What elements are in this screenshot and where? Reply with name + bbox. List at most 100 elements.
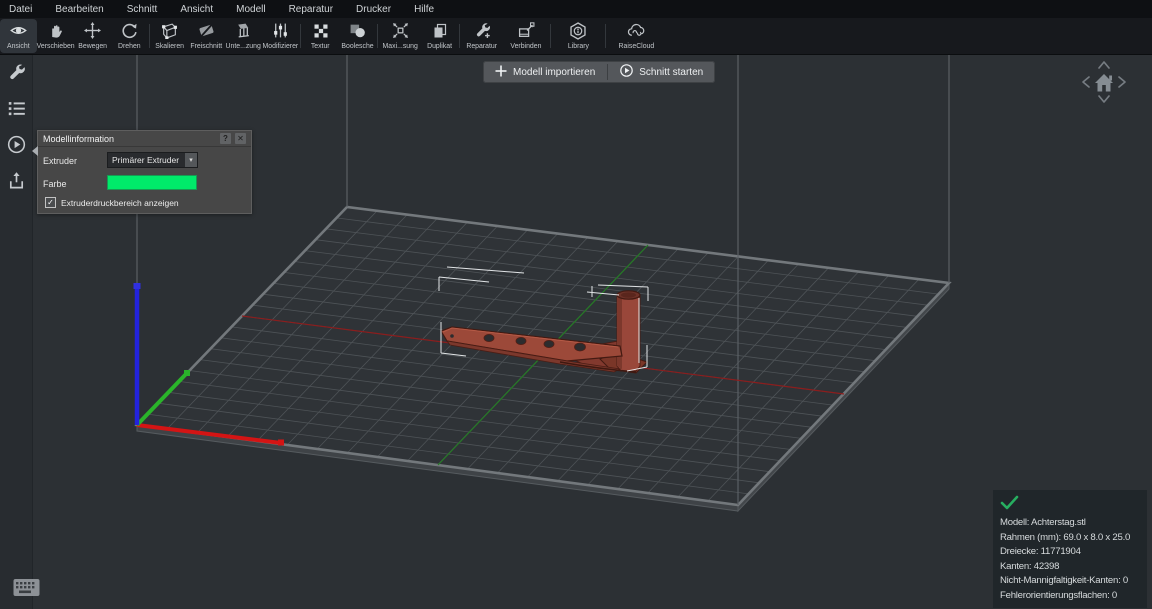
menu-bearbeiten[interactable]: Bearbeiten (55, 4, 103, 15)
tool-raisecloud[interactable]: RaiseCloud (607, 19, 665, 53)
menu-schnitt[interactable]: Schnitt (127, 4, 158, 15)
cut-plane-icon (198, 22, 215, 39)
tool-boolesche[interactable]: Boolesche (339, 19, 376, 53)
sidebar-preview-button[interactable] (4, 136, 28, 158)
library-icon (569, 22, 587, 39)
menu-datei[interactable]: Datei (9, 4, 32, 15)
tool-maximierung[interactable]: Maxi...sung (379, 19, 421, 53)
tool-label: Maxi...sung (382, 41, 417, 49)
panel-pointer (32, 146, 38, 156)
tool-unterstuetzung[interactable]: Unte...zung (225, 19, 262, 53)
panel-title-bar[interactable]: Modellinformation ? ✕ (38, 131, 251, 147)
toolbar-separator (300, 24, 301, 48)
start-slice-button[interactable]: Schnitt starten (608, 61, 715, 83)
status-triangles: Dreiecke: 11771904 (1000, 545, 1140, 560)
tool-label: Duplikat (427, 41, 452, 49)
eye-icon (10, 22, 27, 39)
close-button[interactable]: ✕ (235, 133, 246, 144)
toolbar-separator (550, 24, 551, 48)
repair-icon (474, 22, 491, 39)
tool-textur[interactable]: Textur (302, 19, 339, 53)
tool-label: Verbinden (510, 41, 541, 49)
duplicate-icon (432, 22, 448, 39)
status-model-name: Modell: Achterstag.stl (1000, 516, 1140, 531)
menu-ansicht[interactable]: Ansicht (180, 4, 213, 15)
boolean-icon (349, 22, 366, 39)
sidebar-model-settings-button[interactable] (4, 64, 28, 86)
tool-verschieben[interactable]: Verschieben (37, 19, 74, 53)
tool-ansicht[interactable]: Ansicht (0, 19, 37, 53)
tool-label: Verschieben (37, 41, 75, 49)
play-icon (620, 64, 633, 80)
extruder-color-swatch[interactable] (107, 175, 197, 190)
rotate-left-chevron[interactable] (1083, 77, 1089, 87)
tool-freischnitt[interactable]: Freischnitt (188, 19, 225, 53)
tool-bewegen[interactable]: Bewegen (74, 19, 111, 53)
rotate-up-chevron[interactable] (1099, 62, 1109, 68)
tool-label: Reparatur (467, 41, 498, 49)
toolbar-separator (459, 24, 460, 48)
tool-label: Ansicht (7, 41, 30, 49)
color-label: Farbe (43, 179, 67, 189)
left-sidebar (0, 55, 33, 609)
cloud-icon (627, 22, 646, 39)
status-nonmanifold: Nicht-Mannigfaltigkeit-Kanten: 0 (1000, 574, 1140, 589)
tool-reparatur[interactable]: Reparatur (461, 19, 503, 53)
move-icon (84, 22, 101, 39)
mesh-status-panel: Modell: Achterstag.stl Rahmen (mm): 69.0… (993, 490, 1147, 608)
action-bar: Modell importieren Schnitt starten (483, 61, 715, 83)
toolbar-separator (605, 24, 606, 48)
keyboard-shortcuts-button[interactable] (13, 577, 40, 603)
tool-label: Freischnitt (191, 41, 223, 49)
tool-library[interactable]: Library (552, 19, 604, 53)
wrench-icon (7, 63, 26, 87)
texture-icon (313, 22, 329, 39)
toolbar: Ansicht Verschieben Bewegen Drehen Skali… (0, 18, 1152, 55)
chevron-down-icon[interactable]: ▾ (185, 153, 197, 167)
extruder-select[interactable]: Primärer Extruder ▾ (107, 152, 198, 168)
sidebar-export-button[interactable] (4, 172, 28, 194)
tool-label: RaiseCloud (618, 41, 654, 49)
hand-icon (48, 22, 64, 39)
tool-label: Skalieren (155, 41, 184, 49)
tool-label: Boolesche (341, 41, 373, 49)
tool-label: Library (567, 41, 588, 49)
menu-reparatur[interactable]: Reparatur (289, 4, 333, 15)
import-model-button[interactable]: Modell importieren (483, 61, 607, 83)
extruder-label: Extruder (43, 156, 77, 166)
tool-skalieren[interactable]: Skalieren (151, 19, 188, 53)
menu-modell[interactable]: Modell (236, 4, 265, 15)
check-icon (1000, 498, 1020, 515)
toolbar-separator (377, 24, 378, 48)
tool-verbinden[interactable]: Verbinden (503, 19, 549, 53)
model-info-panel: Modellinformation ? ✕ Extruder Primärer … (37, 130, 252, 214)
panel-title: Modellinformation (43, 134, 216, 144)
support-icon (235, 22, 252, 39)
status-bounds: Rahmen (mm): 69.0 x 8.0 x 25.0 (1000, 531, 1140, 546)
plus-icon (495, 65, 507, 80)
connect-icon (518, 22, 535, 39)
menu-drucker[interactable]: Drucker (356, 4, 391, 15)
tool-drehen[interactable]: Drehen (111, 19, 148, 53)
sliders-icon (272, 22, 289, 39)
status-edges: Kanten: 42398 (1000, 560, 1140, 575)
sidebar-list-button[interactable] (4, 100, 28, 122)
home-view-icon[interactable] (1095, 74, 1113, 92)
import-model-label: Modell importieren (513, 67, 595, 78)
help-button[interactable]: ? (220, 133, 231, 144)
keyboard-icon (13, 585, 40, 602)
tool-label: Textur (311, 41, 330, 49)
rotate-right-chevron[interactable] (1119, 77, 1125, 87)
rotate-down-chevron[interactable] (1099, 96, 1109, 102)
tool-duplikat[interactable]: Duplikat (421, 19, 458, 53)
view-nav-cluster (1076, 56, 1132, 108)
scale-icon (161, 22, 178, 39)
tool-label: Modifizierer (263, 41, 299, 49)
list-icon (7, 99, 26, 123)
maximize-icon (392, 22, 409, 39)
start-slice-label: Schnitt starten (639, 67, 703, 78)
checkbox-checked[interactable]: ✓ (45, 197, 56, 208)
menu-bar: Datei Bearbeiten Schnitt Ansicht Modell … (0, 0, 1152, 18)
menu-hilfe[interactable]: Hilfe (414, 4, 434, 15)
tool-modifizierer[interactable]: Modifizierer (262, 19, 299, 53)
